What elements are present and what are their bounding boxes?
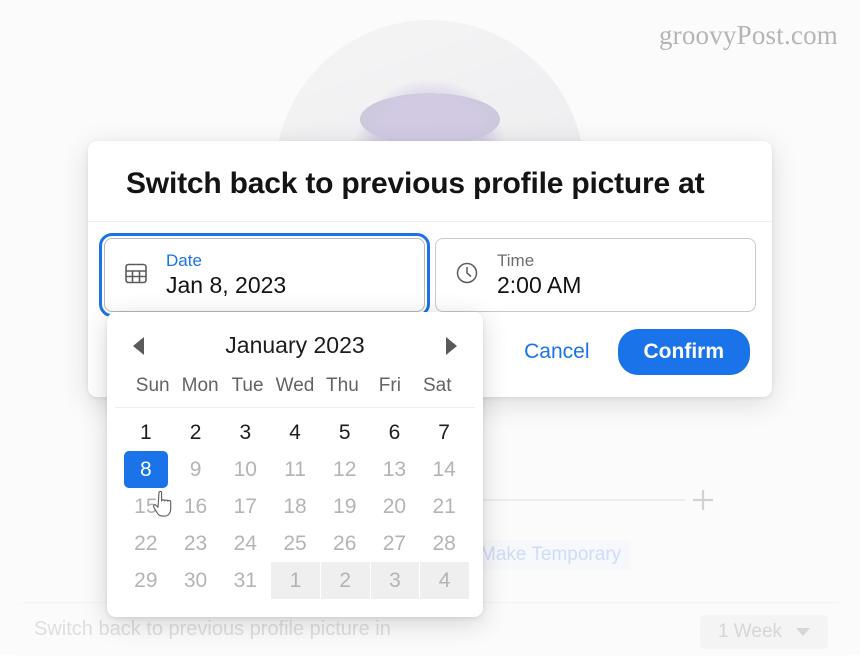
calendar-day[interactable]: 19 xyxy=(320,488,370,525)
calendar-day[interactable]: 6 xyxy=(370,414,420,451)
dialog-title: Switch back to previous profile picture … xyxy=(88,141,772,222)
calendar-day[interactable]: 24 xyxy=(220,525,270,562)
calendar-weekday: Sat xyxy=(423,375,452,396)
confirm-button[interactable]: Confirm xyxy=(617,329,750,375)
make-temporary-link[interactable]: Make Temporary xyxy=(470,540,632,570)
calendar-day[interactable]: 1 xyxy=(270,562,320,599)
calendar-day[interactable]: 14 xyxy=(419,451,469,488)
calendar-day[interactable]: 2 xyxy=(319,562,370,599)
calendar-day[interactable]: 15 xyxy=(121,488,171,525)
calendar-day[interactable]: 7 xyxy=(419,414,469,451)
calendar-day[interactable]: 28 xyxy=(419,525,469,562)
calendar-day[interactable]: 3 xyxy=(369,562,420,599)
calendar-day[interactable]: 4 xyxy=(419,562,469,599)
calendar-day[interactable]: 11 xyxy=(270,451,320,488)
calendar-day-grid: 1 2 3 4 5 6 7 8 9 10 11 12 13 14 15 16 17 18 19 20 21 22 23 24 2… xyxy=(107,408,483,599)
calendar-day[interactable]: 25 xyxy=(270,525,320,562)
chevron-right-icon[interactable] xyxy=(445,336,457,355)
calendar-day[interactable]: 18 xyxy=(270,488,320,525)
calendar-day[interactable]: 30 xyxy=(171,562,221,599)
time-field-label: Time xyxy=(497,251,535,270)
calendar-day[interactable]: 12 xyxy=(320,451,370,488)
calendar-day[interactable]: 29 xyxy=(121,562,171,599)
plus-icon[interactable] xyxy=(690,487,716,513)
cancel-button[interactable]: Cancel xyxy=(514,332,599,372)
calendar-day[interactable]: 22 xyxy=(121,525,171,562)
calendar-weekday: Wed xyxy=(275,375,315,396)
calendar-month-label: January 2023 xyxy=(225,332,365,358)
calendar-day[interactable]: 5 xyxy=(320,414,370,451)
clock-icon xyxy=(454,260,480,291)
calendar-icon xyxy=(123,260,149,291)
profile-avatar xyxy=(240,20,620,160)
calendar-day[interactable]: 21 xyxy=(419,488,469,525)
calendar-day[interactable]: 1 xyxy=(121,414,171,451)
avatar-circle xyxy=(275,20,585,160)
duration-dropdown-value: 1 Week xyxy=(717,621,783,642)
calendar-header: January 2023 xyxy=(107,326,483,361)
chevron-left-icon[interactable] xyxy=(133,336,144,355)
calendar-day[interactable]: 13 xyxy=(370,451,420,488)
calendar-day[interactable]: 27 xyxy=(370,525,420,562)
calendar-day[interactable]: 2 xyxy=(171,414,221,451)
calendar-weekday: Thu xyxy=(326,375,359,396)
duration-dropdown[interactable]: 1 Week xyxy=(700,615,828,649)
calendar-weekday: Mon xyxy=(181,375,219,396)
time-field-value: 2:00 AM xyxy=(497,272,582,298)
calendar-day[interactable]: 10 xyxy=(220,451,270,488)
date-field-label: Date xyxy=(166,251,202,270)
watermark: groovyPost.com xyxy=(658,20,838,50)
calendar-weekday: Fri xyxy=(378,375,401,396)
date-field[interactable]: Date Jan 8, 2023 xyxy=(99,233,430,317)
avatar-photo xyxy=(275,20,585,160)
calendar-day[interactable]: 9 xyxy=(171,451,221,488)
calendar-day[interactable]: 16 xyxy=(171,488,221,525)
calendar-day[interactable]: 20 xyxy=(370,488,420,525)
calendar-day-selected[interactable]: 8 xyxy=(124,451,168,488)
date-picker-popup: January 2023 Sun Mon Tue Wed Thu Fri Sat 12345… xyxy=(107,312,483,617)
calendar-weekday-header: Sun Mon Tue Wed Thu Fri Sat xyxy=(115,361,475,408)
calendar-day[interactable]: 23 xyxy=(171,525,221,562)
calendar-day[interactable]: 31 xyxy=(220,562,270,599)
bottom-bar-label: Switch back to previous profile picture … xyxy=(34,618,391,640)
calendar-day[interactable]: 26 xyxy=(320,525,370,562)
chevron-down-icon xyxy=(796,628,811,636)
date-field-value: Jan 8, 2023 xyxy=(166,272,287,298)
calendar-day[interactable]: 4 xyxy=(270,414,320,451)
calendar-day[interactable]: 17 xyxy=(220,488,270,525)
divider xyxy=(470,499,685,501)
time-field[interactable]: Time 2:00 AM xyxy=(435,238,756,312)
fields-row: Date Jan 8, 2023 Time 2:00 AM xyxy=(88,222,772,317)
calendar-weekday: Sun xyxy=(135,375,170,396)
calendar-day[interactable]: 3 xyxy=(220,414,270,451)
calendar-weekday: Tue xyxy=(231,375,264,396)
